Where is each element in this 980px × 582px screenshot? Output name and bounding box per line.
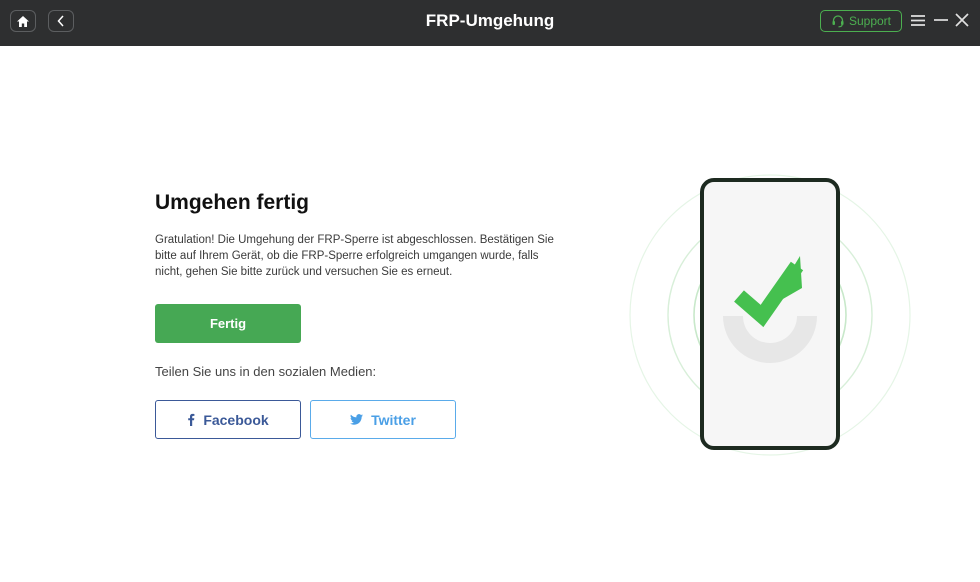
share-label: Teilen Sie uns in den sozialen Medien:: [155, 364, 377, 379]
facebook-label: Facebook: [203, 411, 269, 428]
support-label: Support: [848, 14, 892, 28]
close-button[interactable]: [954, 12, 970, 28]
support-button[interactable]: Support: [820, 10, 902, 32]
done-button[interactable]: Fertig: [155, 304, 301, 343]
success-illustration: [620, 170, 920, 460]
menu-icon: [911, 15, 925, 26]
result-description: Gratulation! Die Umgehung der FRP-Sperre…: [155, 234, 554, 278]
menu-button[interactable]: [910, 12, 926, 28]
twitter-icon: [350, 414, 364, 425]
minimize-icon: [934, 19, 948, 21]
title-bar: FRP-Umgehung Support: [0, 0, 980, 46]
twitter-share-button[interactable]: Twitter: [310, 400, 456, 439]
twitter-label: Twitter: [371, 411, 416, 428]
close-icon: [955, 13, 969, 27]
minimize-button[interactable]: [933, 12, 949, 28]
chevron-left-icon: [57, 15, 64, 27]
home-icon: [17, 15, 29, 27]
back-button[interactable]: [48, 10, 74, 32]
phone-checkmark-icon: [629, 174, 911, 456]
facebook-icon: [188, 413, 195, 426]
page-heading: Umgehen fertig: [155, 191, 310, 214]
home-button[interactable]: [10, 10, 36, 32]
facebook-share-button[interactable]: Facebook: [155, 400, 301, 439]
headset-icon: [832, 15, 844, 28]
